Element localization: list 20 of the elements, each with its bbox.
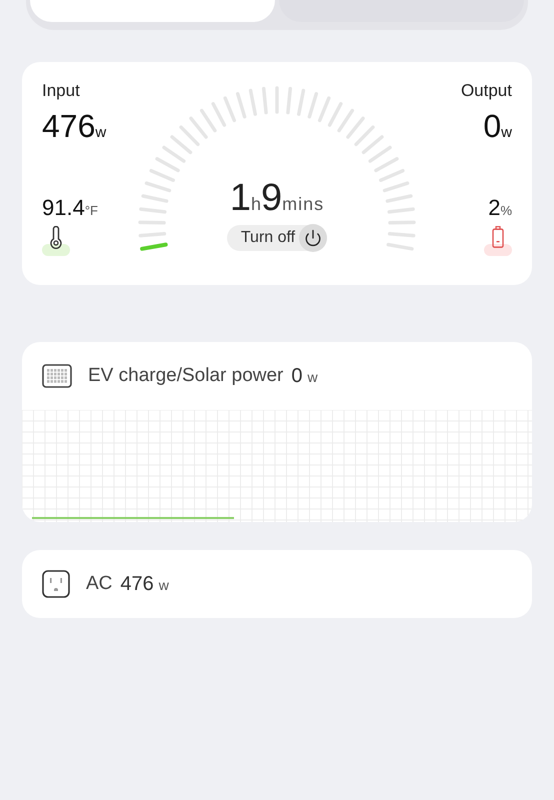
remaining-time: 1h9mins bbox=[230, 176, 324, 221]
tab[interactable] bbox=[30, 0, 275, 22]
thermometer-icon bbox=[49, 226, 63, 250]
output-value: 0w bbox=[483, 106, 512, 146]
source-value: 476 w bbox=[120, 572, 169, 597]
temperature-value: 91.4°F bbox=[42, 194, 99, 222]
output-label: Output bbox=[460, 80, 512, 102]
turn-off-button[interactable]: Turn off bbox=[226, 225, 328, 251]
battery-value: 2% bbox=[488, 194, 512, 222]
glow bbox=[42, 244, 70, 256]
source-label: EV charge/Solar power bbox=[88, 364, 284, 388]
outlet-icon bbox=[42, 570, 70, 598]
source-value: 0 w bbox=[291, 364, 318, 389]
input-value: 476w bbox=[42, 106, 106, 146]
battery-icon bbox=[492, 226, 504, 248]
input-label: Input bbox=[42, 80, 81, 102]
source-label: AC bbox=[86, 572, 112, 596]
solar-panel-icon bbox=[42, 364, 72, 388]
power-icon bbox=[299, 224, 328, 252]
glow bbox=[484, 244, 512, 256]
